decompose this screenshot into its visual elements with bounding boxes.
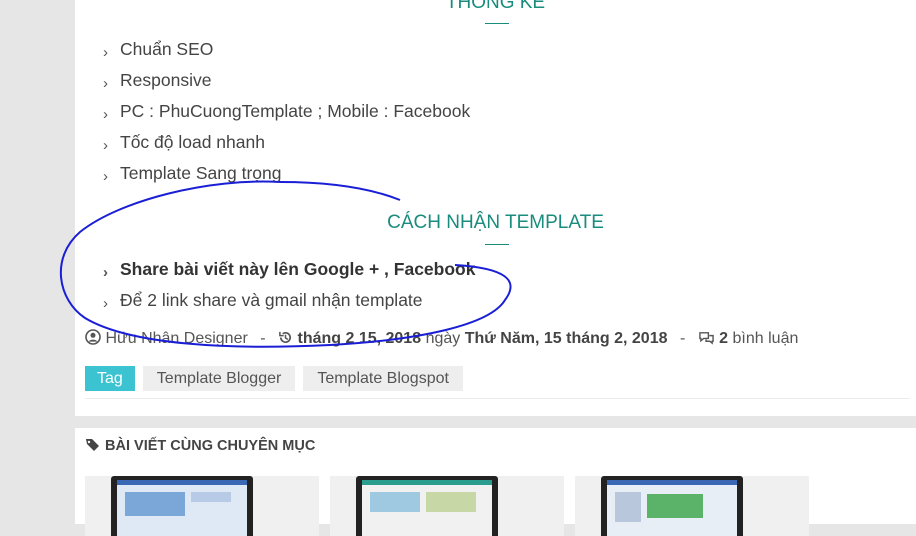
comments-icon [698, 332, 714, 345]
post-meta: Hữu Nhân Designer - tháng 2 15, 2018 ngà… [85, 329, 798, 348]
tags-icon [86, 439, 99, 451]
related-post-thumbnail[interactable] [575, 476, 809, 536]
list-item: › Chuẩn SEO [103, 37, 470, 68]
related-posts-title: BÀI VIẾT CÙNG CHUYÊN MỤC [85, 438, 315, 454]
comment-count[interactable]: 2 [719, 330, 728, 347]
tag-template-blogger[interactable]: Template Blogger [142, 366, 296, 391]
comment-label[interactable]: bình luận [733, 330, 799, 347]
meta-separator: - [260, 330, 266, 347]
chevron-right-icon: › [103, 137, 108, 154]
list-item: › PC : PhuCuongTemplate ; Mobile : Facebo… [103, 99, 470, 130]
chevron-right-icon: › [103, 264, 108, 281]
post-card: THỐNG KÊ › Chuẩn SEO › Responsive › PC : Ph… [75, 0, 916, 416]
user-icon [85, 329, 101, 345]
history-icon [279, 331, 292, 344]
list-item: › Template Sang trọng [103, 161, 470, 192]
related-posts-card: BÀI VIẾT CÙNG CHUYÊN MỤC [75, 428, 916, 536]
section-heading-stats: THỐNG KÊ [445, 0, 546, 13]
divider [85, 398, 910, 399]
tag-label: Tag [85, 366, 135, 391]
stats-list: › Chuẩn SEO › Responsive › PC : PhuCuongTem… [103, 37, 470, 192]
list-item: › Tốc độ load nhanh [103, 130, 470, 161]
author-link[interactable]: Hữu Nhân Designer [105, 330, 247, 347]
list-item: › Responsive [103, 68, 470, 99]
section-heading-get-template: CÁCH NHẬN TEMPLATE [387, 212, 604, 233]
list-item: › Share bài viết này lên Google + , Faceb… [103, 257, 475, 288]
date-connector: ngày [425, 330, 461, 347]
tag-template-blogspot[interactable]: Template Blogspot [303, 366, 463, 391]
post-date[interactable]: tháng 2 15, 2018 [297, 330, 421, 347]
tag-row: Tag Template Blogger Template Blogspot [85, 366, 463, 391]
chevron-right-icon: › [103, 44, 108, 61]
list-item: › Để 2 link share và gmail nhận template [103, 288, 475, 319]
chevron-right-icon: › [103, 75, 108, 92]
post-weekday-date: Thứ Năm, 15 tháng 2, 2018 [464, 330, 668, 347]
related-post-thumbnail[interactable] [330, 476, 564, 536]
chevron-right-icon: › [103, 295, 108, 312]
chevron-right-icon: › [103, 168, 108, 185]
heading-underline [485, 23, 509, 24]
related-post-thumbnail[interactable] [85, 476, 319, 536]
meta-separator: - [679, 330, 686, 347]
get-template-list: › Share bài viết này lên Google + , Faceb… [103, 257, 475, 319]
chevron-right-icon: › [103, 106, 108, 123]
heading-underline [485, 244, 509, 245]
